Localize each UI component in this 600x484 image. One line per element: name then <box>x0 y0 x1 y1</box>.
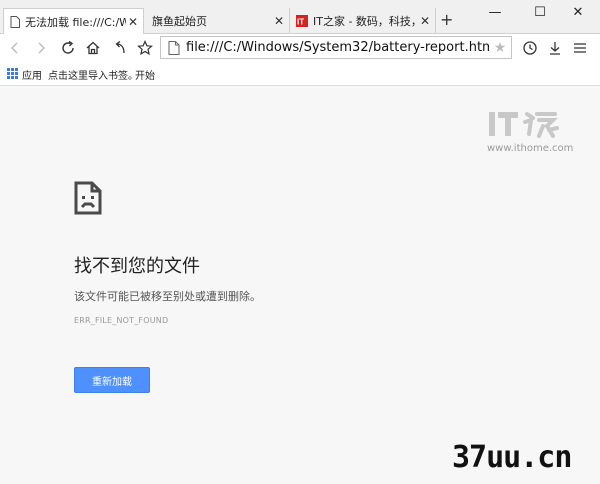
bookmark-apps[interactable]: 应用 <box>22 67 42 82</box>
maximize-icon: ☐ <box>534 4 546 20</box>
address-bar[interactable]: ★ <box>160 36 512 59</box>
bookmark-start[interactable]: 开始 <box>135 67 155 82</box>
reload-toolbar-button[interactable] <box>57 37 79 59</box>
back-button[interactable] <box>4 37 26 59</box>
bookmark-star-icon[interactable]: ★ <box>489 40 511 56</box>
undo-button[interactable] <box>109 37 131 59</box>
page-icon <box>168 40 180 55</box>
undo-arrow-icon <box>115 40 125 54</box>
watermark-url: www.ithome.com <box>487 143 574 154</box>
close-window-button[interactable]: ✕ <box>555 0 600 24</box>
tab-label: 旗鱼起始页 <box>152 15 207 28</box>
toolbar: ★ <box>0 34 600 62</box>
bookmark-import-link[interactable]: 点击这里导入书签。 <box>48 67 138 82</box>
site-watermark: 37uu.cn <box>452 440 572 475</box>
close-tab-icon[interactable]: ✕ <box>418 14 432 28</box>
error-title: 找不到您的文件 <box>74 256 200 277</box>
minimize-button[interactable]: — <box>472 0 518 24</box>
apps-grid-icon[interactable] <box>7 68 18 79</box>
new-tab-button[interactable]: + <box>440 10 453 30</box>
star-icon <box>137 40 153 56</box>
error-page-content: www.ithome.com 找不到您的文件 该文件可能已被移至别处或遭到删除。… <box>0 86 600 484</box>
reload-icon <box>62 40 74 54</box>
menu-button[interactable] <box>569 37 591 59</box>
ithome-logo-watermark <box>489 112 559 138</box>
close-tab-icon[interactable]: ✕ <box>272 14 286 28</box>
clock-icon <box>523 41 537 55</box>
tab-ithome[interactable]: IT IT之家 - 数码，科技，生活 ✕ <box>290 8 436 34</box>
bookmark-page-button[interactable] <box>134 37 156 59</box>
history-button[interactable] <box>519 37 541 59</box>
download-button[interactable] <box>544 37 566 59</box>
tab-error-page[interactable]: 无法加载 file:///C:/Windows ✕ <box>3 8 144 35</box>
reload-button[interactable]: 重新加载 <box>74 367 150 393</box>
url-input[interactable] <box>186 40 489 55</box>
minimize-icon: — <box>488 4 502 20</box>
tab-start-page[interactable]: 旗鱼起始页 ✕ <box>144 8 290 34</box>
home-button[interactable] <box>82 37 104 59</box>
bookmarks-bar: 应用 点击这里导入书签。 开始 <box>0 62 600 86</box>
back-arrow-icon <box>11 42 18 54</box>
error-code: ERR_FILE_NOT_FOUND <box>74 316 169 325</box>
tab-label: IT之家 - 数码，科技，生活 <box>313 15 418 28</box>
download-icon <box>550 42 560 55</box>
sad-file-icon <box>74 181 102 215</box>
close-icon: ✕ <box>572 4 584 20</box>
home-icon <box>86 41 100 55</box>
tab-label: 无法加载 file:///C:/Windows <box>25 16 126 29</box>
error-description: 该文件可能已被移至别处或遭到删除。 <box>74 290 261 303</box>
forward-arrow-icon <box>38 42 45 54</box>
tab-strip: 无法加载 file:///C:/Windows ✕ 旗鱼起始页 ✕ IT IT之… <box>0 0 600 35</box>
hamburger-menu-icon <box>574 43 586 53</box>
close-tab-icon[interactable]: ✕ <box>126 15 140 29</box>
svg-text:IT: IT <box>297 18 304 27</box>
forward-button[interactable] <box>30 37 52 59</box>
ithome-icon: IT <box>296 15 308 27</box>
page-icon <box>10 16 20 28</box>
